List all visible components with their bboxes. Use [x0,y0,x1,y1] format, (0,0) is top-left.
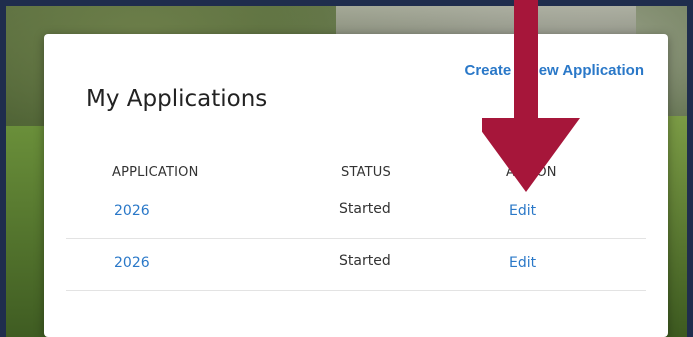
application-link[interactable]: 2026 [114,255,150,271]
table-row: 2026 Started Edit [66,239,646,291]
down-arrow-icon [482,0,580,192]
status-text: Started [339,253,391,269]
arrow-shape [482,0,580,192]
application-link[interactable]: 2026 [114,203,150,219]
edit-link[interactable]: Edit [509,203,536,219]
status-text: Started [339,201,391,217]
page-title: My Applications [86,86,268,112]
edit-link[interactable]: Edit [509,255,536,271]
column-header-status: STATUS [341,165,391,180]
column-header-application: APPLICATION [112,165,199,180]
